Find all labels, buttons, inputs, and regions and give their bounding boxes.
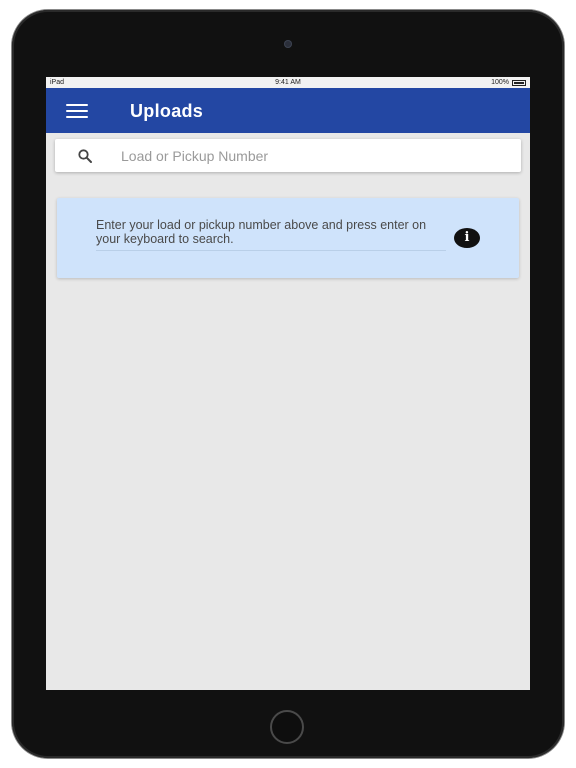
info-card: Enter your load or pickup number above a… <box>57 198 519 278</box>
app-bar: Uploads <box>46 88 530 133</box>
search-box[interactable] <box>55 139 521 172</box>
menu-button[interactable] <box>66 101 98 121</box>
battery-percent: 100% <box>491 79 509 86</box>
status-battery: 100% <box>491 77 526 88</box>
menu-icon-bar-3 <box>66 116 88 118</box>
search-icon <box>78 149 92 163</box>
status-time: 9:41 AM <box>275 79 301 86</box>
battery-icon <box>512 79 526 86</box>
info-icon: i <box>454 228 480 248</box>
info-message: Enter your load or pickup number above a… <box>96 218 446 251</box>
search-input[interactable] <box>121 139 501 172</box>
menu-icon-bar-2 <box>66 110 88 112</box>
app-screen: iPad 9:41 AM 100% Uploads Enter your l <box>46 77 530 690</box>
home-button[interactable] <box>270 710 304 744</box>
tablet-frame: iPad 9:41 AM 100% Uploads Enter your l <box>12 10 564 758</box>
front-camera <box>284 40 292 48</box>
page-title: Uploads <box>130 101 204 121</box>
menu-icon-bar-1 <box>66 104 88 106</box>
status-bar: iPad 9:41 AM 100% <box>46 77 530 88</box>
